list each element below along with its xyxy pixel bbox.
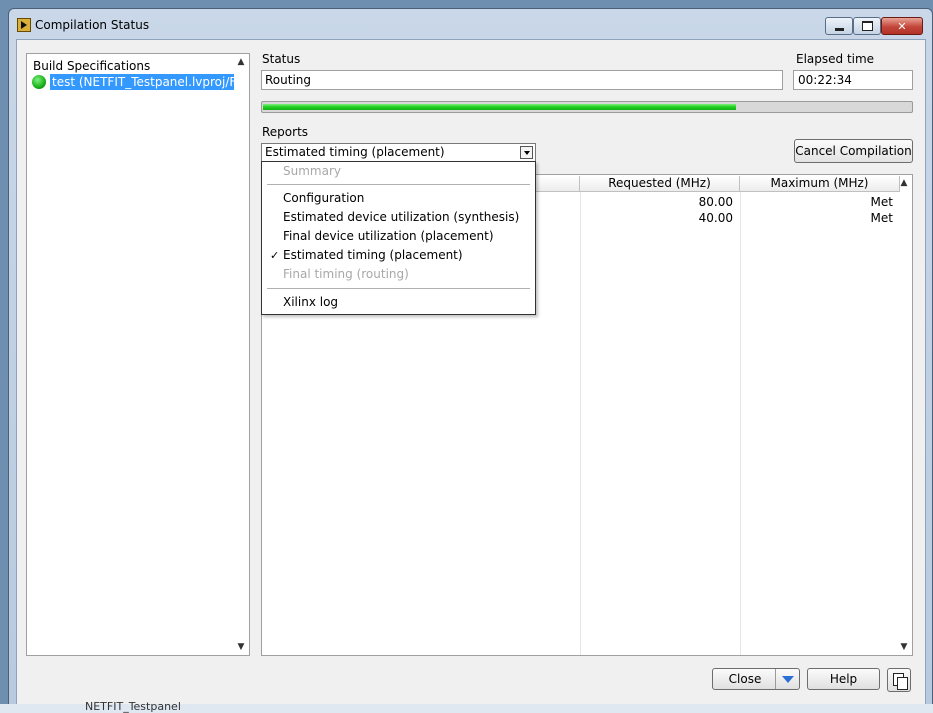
- elapsed-time-label: Elapsed time: [796, 52, 875, 66]
- column-divider: [580, 192, 581, 655]
- cell-maximum-row1: Met: [870, 195, 893, 209]
- list-item[interactable]: test (NETFIT_Testpanel.lvproj/FPGA Targe…: [30, 74, 234, 90]
- menu-item-xilinx-log[interactable]: Xilinx log: [262, 293, 535, 312]
- scroll-up-arrow-icon[interactable]: ▲: [235, 56, 247, 68]
- menu-item-label: Estimated timing (placement): [283, 248, 463, 262]
- scroll-down-arrow-icon[interactable]: ▼: [235, 641, 247, 653]
- status-label: Status: [262, 52, 301, 66]
- status-field: Routing: [261, 70, 783, 90]
- elapsed-time-field: 00:22:34: [793, 70, 913, 90]
- reports-selected-value: Estimated timing (placement): [265, 145, 445, 159]
- cell-maximum-row2: Met: [870, 211, 893, 225]
- close-button-label: Close: [728, 672, 762, 686]
- compilation-status-window: Compilation Status ✕ Build Specification…: [8, 8, 933, 709]
- background-taskbar: NETFIT_Testpanel: [0, 700, 933, 713]
- chevron-down-icon[interactable]: [775, 669, 799, 689]
- close-button[interactable]: Close: [712, 668, 800, 690]
- checkmark-icon: ✓: [270, 249, 280, 262]
- menu-item-final-timing: Final timing (routing): [283, 267, 409, 281]
- minimize-button[interactable]: [825, 17, 853, 35]
- close-icon: ✕: [897, 19, 907, 33]
- menu-item-estimated-device-utilization[interactable]: Estimated device utilization (synthesis): [262, 208, 535, 227]
- title-bar[interactable]: Compilation Status ✕: [9, 9, 932, 39]
- maximize-button[interactable]: [853, 17, 881, 35]
- minimize-icon: [826, 18, 852, 34]
- window-title: Compilation Status: [35, 18, 150, 32]
- scroll-down-arrow-icon[interactable]: ▼: [898, 641, 910, 653]
- build-item-label: test (NETFIT_Testpanel.lvproj/FPGA Targe…: [50, 74, 234, 90]
- reports-dropdown-menu: Summary Configuration Estimated device u…: [261, 161, 536, 315]
- help-button[interactable]: Help: [807, 668, 880, 690]
- maximize-icon: [854, 18, 880, 34]
- menu-item-configuration[interactable]: Configuration: [262, 189, 535, 208]
- menu-separator: [267, 288, 530, 289]
- column-divider: [740, 192, 741, 655]
- scroll-up-arrow-icon[interactable]: ▲: [898, 177, 910, 189]
- build-specifications-header: Build Specifications: [33, 59, 151, 73]
- reports-select[interactable]: Estimated timing (placement): [261, 143, 536, 162]
- build-specifications-list[interactable]: Build Specifications test (NETFIT_Testpa…: [26, 53, 250, 656]
- taskbar-text: NETFIT_Testpanel: [85, 700, 181, 713]
- labview-app-icon: [17, 18, 31, 32]
- menu-item-final-device-utilization[interactable]: Final device utilization (placement): [262, 227, 535, 246]
- copy-icon: [888, 669, 910, 691]
- status-led-icon: [32, 75, 46, 89]
- menu-item-estimated-timing[interactable]: ✓ Estimated timing (placement): [262, 246, 535, 265]
- client-area: Build Specifications test (NETFIT_Testpa…: [16, 39, 926, 709]
- column-header-requested[interactable]: Requested (MHz): [580, 176, 740, 192]
- column-header-maximum[interactable]: Maximum (MHz): [740, 176, 900, 192]
- cancel-compilation-button[interactable]: Cancel Compilation: [794, 139, 913, 163]
- progress-bar: [261, 101, 913, 113]
- reports-label: Reports: [262, 125, 309, 139]
- copy-window-button[interactable]: [887, 668, 911, 692]
- window-close-button[interactable]: ✕: [881, 17, 923, 35]
- cell-requested-row2: 40.00: [698, 211, 733, 225]
- menu-separator: [267, 184, 530, 185]
- progress-fill: [263, 104, 736, 110]
- cell-requested-row1: 80.00: [698, 195, 733, 209]
- menu-item-summary: Summary: [283, 164, 341, 178]
- chevron-down-icon[interactable]: [520, 146, 533, 159]
